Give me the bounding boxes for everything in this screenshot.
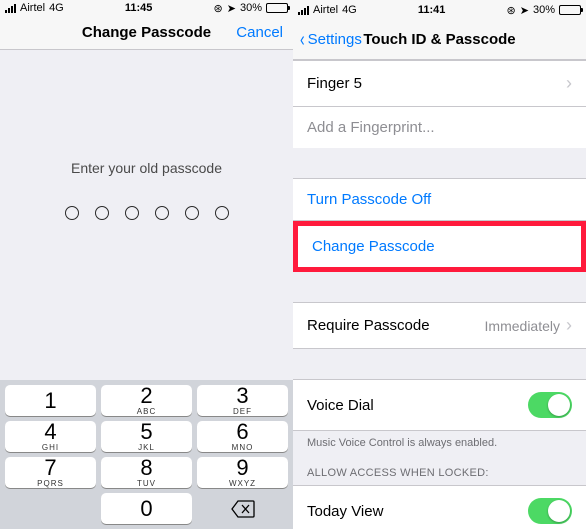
chevron-right-icon: › <box>566 73 572 94</box>
key-7[interactable]: 7PQRS <box>5 457 96 488</box>
status-bar-right: Airtel 4G 11:41 ⊛ ➤ 30% <box>293 0 586 20</box>
back-button[interactable]: ‹ Settings <box>299 30 362 50</box>
nav-bar-right: ‹ Settings Touch ID & Passcode <box>293 20 586 60</box>
change-passcode-row[interactable]: Change Passcode <box>293 221 586 272</box>
battery-icon <box>559 5 581 15</box>
voice-dial-note: Music Voice Control is always enabled. <box>293 431 586 449</box>
clock-label: 11:45 <box>125 2 153 14</box>
settings-list: Finger 5 › Add a Fingerprint... Turn Pas… <box>293 60 586 529</box>
key-6[interactable]: 6MNO <box>197 421 288 452</box>
carrier-label: Airtel <box>20 2 45 14</box>
key-4[interactable]: 4GHI <box>5 421 96 452</box>
chevron-left-icon: ‹ <box>300 30 305 50</box>
location-icon: ➤ <box>520 4 529 17</box>
network-label: 4G <box>342 4 357 16</box>
network-label: 4G <box>49 2 64 14</box>
key-8[interactable]: 8TUV <box>101 457 192 488</box>
alarm-icon: ⊛ <box>507 4 516 17</box>
signal-bars-icon <box>5 4 16 13</box>
nav-bar-left: Change Passcode Cancel <box>0 17 293 50</box>
voice-dial-toggle[interactable] <box>528 392 572 418</box>
cancel-button[interactable]: Cancel <box>236 24 283 41</box>
back-label: Settings <box>308 31 362 48</box>
today-view-toggle[interactable] <box>528 498 572 524</box>
battery-percent: 30% <box>240 2 262 14</box>
battery-percent: 30% <box>533 4 555 16</box>
key-3[interactable]: 3DEF <box>197 385 288 416</box>
carrier-label: Airtel <box>313 4 338 16</box>
passcode-prompt: Enter your old passcode <box>71 160 222 176</box>
clock-label: 11:41 <box>418 4 446 16</box>
alarm-icon: ⊛ <box>214 2 223 15</box>
touch-id-settings-screen: Airtel 4G 11:41 ⊛ ➤ 30% ‹ Settings Touch… <box>293 0 586 529</box>
passcode-dot <box>95 206 109 220</box>
require-passcode-value: Immediately <box>485 318 560 334</box>
fingerprint-row[interactable]: Finger 5 › <box>293 60 586 107</box>
key-empty <box>5 493 96 524</box>
backspace-icon <box>231 500 255 518</box>
require-passcode-row[interactable]: Require Passcode Immediately › <box>293 302 586 349</box>
passcode-dot <box>125 206 139 220</box>
key-backspace[interactable] <box>197 493 288 524</box>
signal-bars-icon <box>298 6 309 15</box>
passcode-entry-area: Enter your old passcode <box>0 50 293 380</box>
key-2[interactable]: 2ABC <box>101 385 192 416</box>
location-icon: ➤ <box>227 2 236 15</box>
change-passcode-screen: Airtel 4G 11:45 ⊛ ➤ 30% Change Passcode … <box>0 0 293 529</box>
nav-title: Change Passcode <box>82 24 211 41</box>
nav-title: Touch ID & Passcode <box>363 31 515 48</box>
key-9[interactable]: 9WXYZ <box>197 457 288 488</box>
passcode-dots <box>65 206 229 220</box>
numeric-keypad: 1 2ABC 3DEF 4GHI 5JKL 6MNO 7PQRS 8TUV 9W… <box>0 380 293 529</box>
status-bar-left: Airtel 4G 11:45 ⊛ ➤ 30% <box>0 0 293 17</box>
passcode-dot <box>65 206 79 220</box>
turn-passcode-off-row[interactable]: Turn Passcode Off <box>293 178 586 221</box>
passcode-dot <box>155 206 169 220</box>
voice-dial-row: Voice Dial <box>293 379 586 431</box>
key-5[interactable]: 5JKL <box>101 421 192 452</box>
key-0[interactable]: 0 <box>101 493 192 524</box>
passcode-dot <box>185 206 199 220</box>
battery-icon <box>266 3 288 13</box>
allow-access-header: ALLOW ACCESS WHEN LOCKED: <box>293 449 586 485</box>
key-1[interactable]: 1 <box>5 385 96 416</box>
today-view-row: Today View <box>293 485 586 529</box>
chevron-right-icon: › <box>566 315 572 336</box>
passcode-dot <box>215 206 229 220</box>
add-fingerprint-row[interactable]: Add a Fingerprint... <box>293 107 586 148</box>
